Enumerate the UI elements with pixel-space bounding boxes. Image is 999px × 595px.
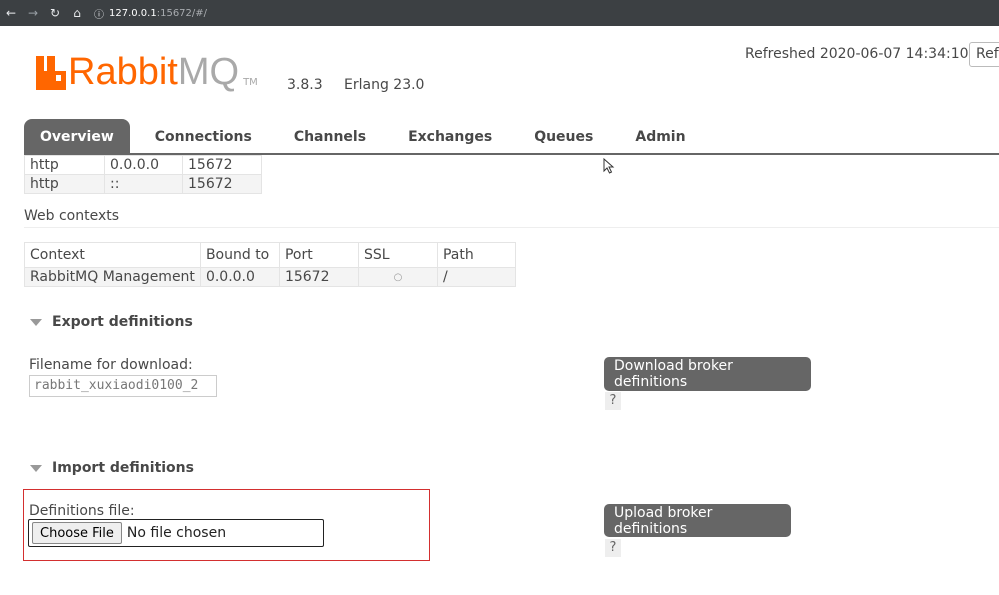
tab-channels[interactable]: Channels (294, 119, 366, 153)
tab-admin[interactable]: Admin (635, 119, 685, 153)
upload-definitions-button[interactable]: Upload broker definitions (604, 504, 791, 537)
refreshed-timestamp: Refreshed 2020-06-07 14:34:10 (745, 46, 969, 62)
port-cell: 15672 (182, 174, 262, 194)
column-header: Context (24, 242, 201, 268)
erlang-version-label: Erlang 23.0 (344, 77, 425, 93)
filename-label: Filename for download: (29, 357, 193, 373)
column-header: Bound to (199, 242, 280, 268)
logo-text: RabbitMQ (68, 51, 240, 93)
ssl-indicator: ○ (357, 267, 438, 287)
address-bar[interactable]: ⓘ 127.0.0.1:15672/#/ (94, 6, 207, 21)
port-cell: 15672 (182, 155, 262, 175)
definitions-file-label: Definitions file: (29, 503, 135, 519)
bound-to-cell: 0.0.0.0 (104, 155, 183, 175)
tab-connections[interactable]: Connections (155, 119, 252, 153)
arrow-right-icon[interactable]: → (22, 6, 44, 20)
logo-trademark: TM (243, 77, 258, 88)
port-cell: 15672 (278, 267, 359, 287)
choose-file-button[interactable]: Choose File (32, 522, 122, 544)
tab-overview[interactable]: Overview (24, 119, 130, 153)
bound-to-cell: :: (104, 174, 183, 194)
import-help-button[interactable]: ? (605, 539, 621, 557)
table-row: http 0.0.0.0 15672 (24, 155, 262, 175)
table-header-row: Context Bound to Port SSL Path (24, 242, 516, 268)
definitions-file-input[interactable]: Choose File No file chosen (28, 519, 324, 547)
version-label: 3.8.3 (287, 77, 323, 93)
filename-input[interactable]: rabbit_xuxiaodi0100_2 (29, 375, 217, 397)
url-host: 127.0.0.1 (109, 7, 157, 19)
refresh-button[interactable]: Refresh (969, 42, 999, 67)
export-help-button[interactable]: ? (605, 392, 621, 410)
arrow-left-icon[interactable]: ← (0, 6, 22, 20)
listeners-table: http 0.0.0.0 15672 http :: 15672 (24, 155, 262, 194)
web-contexts-title: Web contexts (24, 208, 120, 224)
home-icon[interactable]: ⌂ (66, 6, 88, 20)
import-definitions-title: Import definitions (52, 460, 194, 476)
collapse-triangle-icon (30, 464, 42, 472)
table-row: http :: 15672 (24, 174, 262, 194)
url-path: :15672/#/ (156, 7, 208, 19)
export-definitions-toggle[interactable]: Export definitions (30, 314, 193, 330)
context-cell: RabbitMQ Management (24, 267, 201, 287)
import-definitions-toggle[interactable]: Import definitions (30, 460, 194, 476)
reload-icon[interactable]: ↻ (44, 6, 66, 20)
protocol-cell: http (24, 155, 105, 175)
tab-exchanges[interactable]: Exchanges (408, 119, 492, 153)
rabbitmq-logo[interactable]: RabbitMQ TM (36, 51, 258, 93)
column-header: Path (436, 242, 516, 268)
bound-to-cell: 0.0.0.0 (199, 267, 280, 287)
divider (24, 227, 999, 228)
no-file-chosen-text: No file chosen (126, 525, 227, 541)
table-row: RabbitMQ Management 0.0.0.0 15672 ○ / (24, 267, 516, 287)
column-header: SSL (357, 242, 438, 268)
column-header: Port (278, 242, 359, 268)
mouse-cursor-icon (603, 158, 615, 174)
browser-toolbar: ← → ↻ ⌂ ⓘ 127.0.0.1:15672/#/ (0, 0, 999, 26)
info-icon[interactable]: ⓘ (94, 6, 104, 21)
path-cell: / (436, 267, 516, 287)
tab-queues[interactable]: Queues (534, 119, 593, 153)
rabbitmq-logo-icon (36, 56, 66, 90)
collapse-triangle-icon (30, 318, 42, 326)
main-nav-tabs: Overview Connections Channels Exchanges … (24, 119, 999, 155)
web-contexts-table: Context Bound to Port SSL Path RabbitMQ … (24, 242, 516, 287)
export-definitions-title: Export definitions (52, 314, 193, 330)
download-definitions-button[interactable]: Download broker definitions (604, 357, 811, 391)
protocol-cell: http (24, 174, 105, 194)
